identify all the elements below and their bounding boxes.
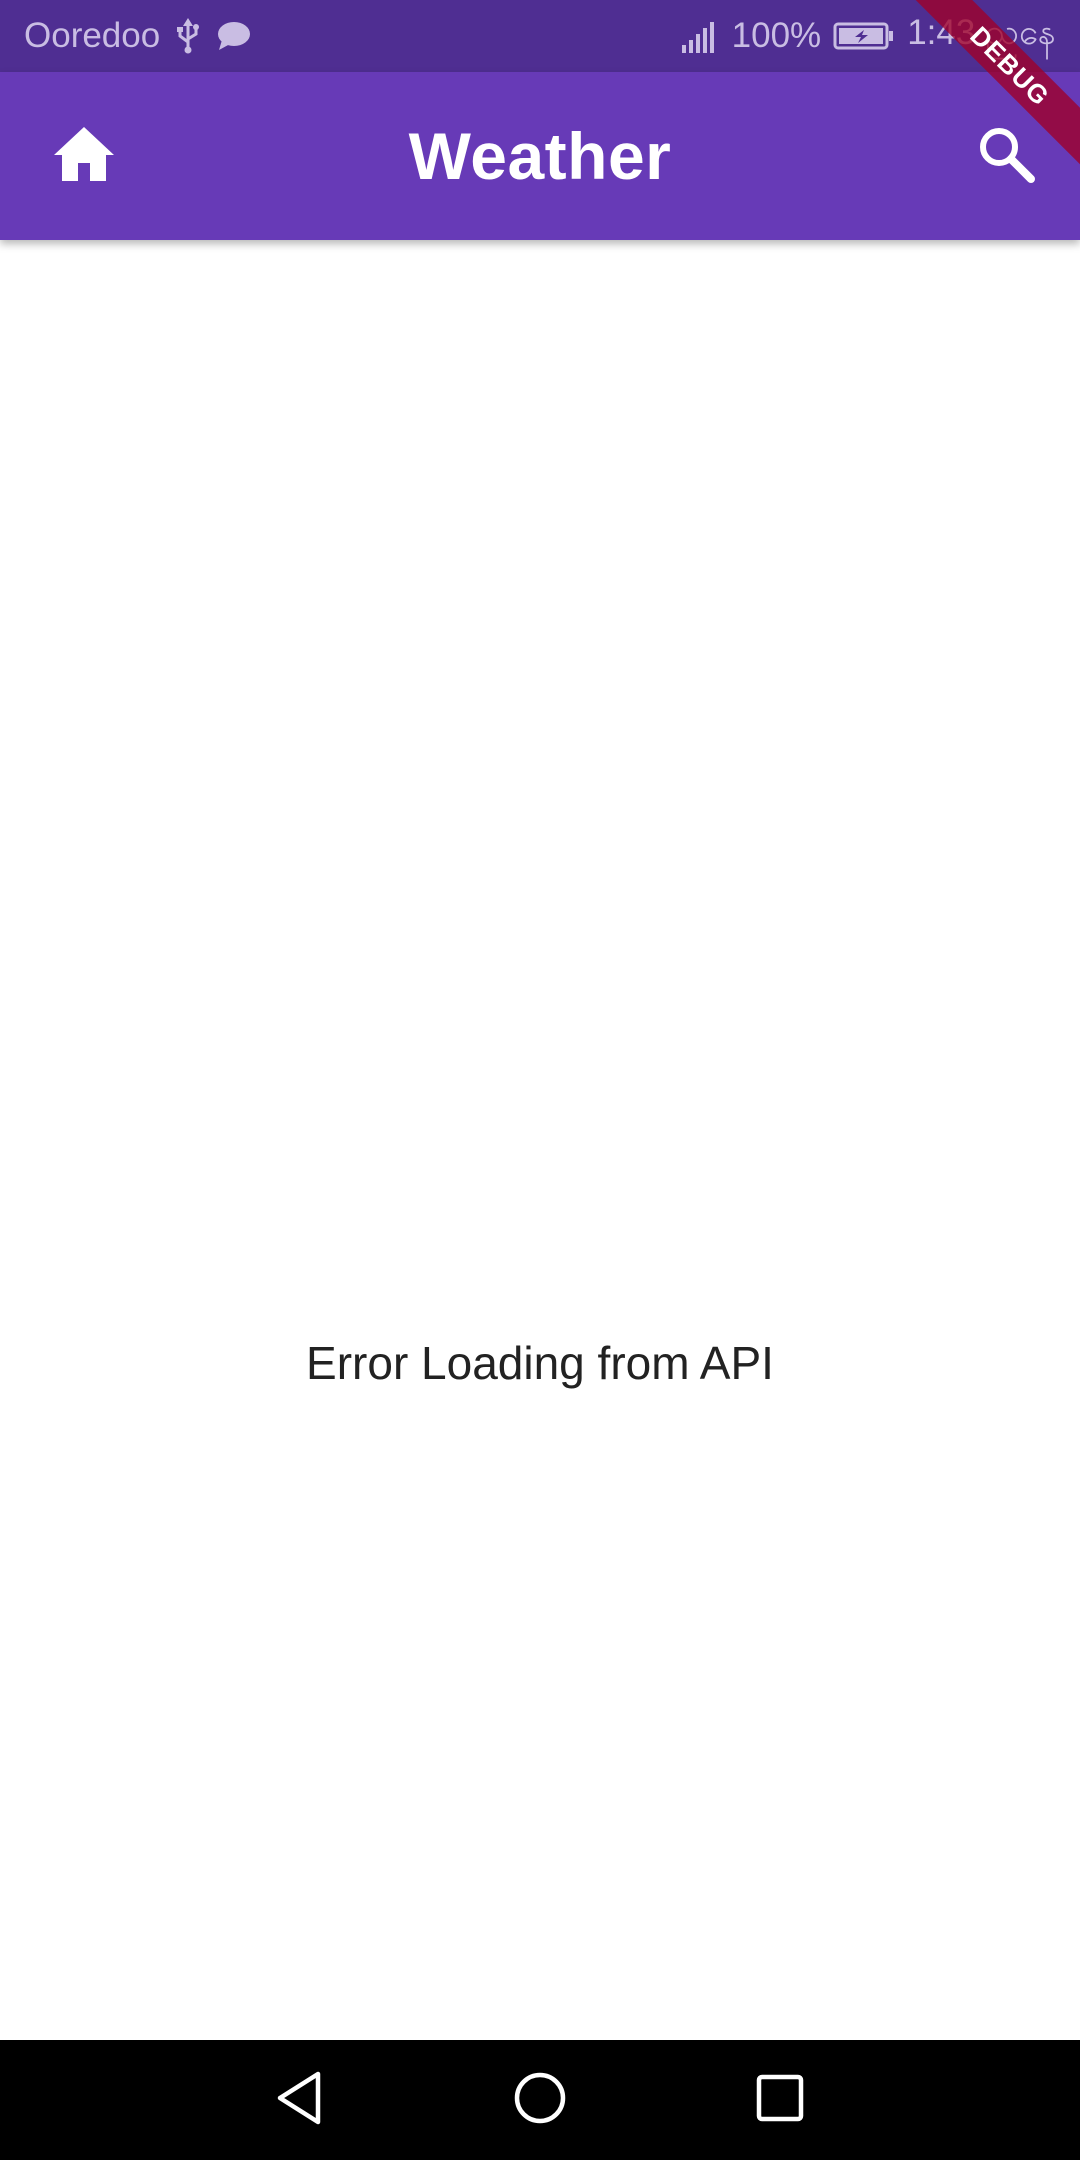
page-title: Weather	[408, 119, 672, 193]
search-icon	[977, 125, 1035, 188]
back-icon	[272, 2068, 328, 2133]
message-icon	[216, 20, 252, 52]
system-nav-bar	[0, 2040, 1080, 2160]
home-circle-icon	[512, 2070, 568, 2131]
battery-icon	[833, 21, 895, 51]
usb-icon	[174, 18, 202, 54]
main-content: Error Loading from API	[0, 240, 1080, 2040]
nav-recents-button[interactable]	[744, 2064, 816, 2136]
status-bar: Ooredoo 100% 1:43 ညနေ	[0, 0, 1080, 72]
recents-icon	[754, 2072, 806, 2129]
screen: Ooredoo 100% 1:43 ညနေ Weather DEBUG Erro…	[0, 0, 1080, 2160]
error-message: Error Loading from API	[306, 1337, 774, 1389]
app-bar: Weather	[0, 72, 1080, 240]
carrier-label: Ooredoo	[24, 16, 161, 55]
search-button[interactable]	[964, 114, 1048, 198]
nav-back-button[interactable]	[264, 2064, 336, 2136]
signal-icon	[681, 19, 720, 53]
nav-home-button[interactable]	[504, 2064, 576, 2136]
status-right: 100% 1:43 ညနေ	[681, 0, 1056, 72]
battery-percent: 100%	[731, 16, 822, 55]
time-label: 1:43 ညနေ	[907, 13, 1056, 52]
status-left: Ooredoo	[24, 0, 252, 72]
